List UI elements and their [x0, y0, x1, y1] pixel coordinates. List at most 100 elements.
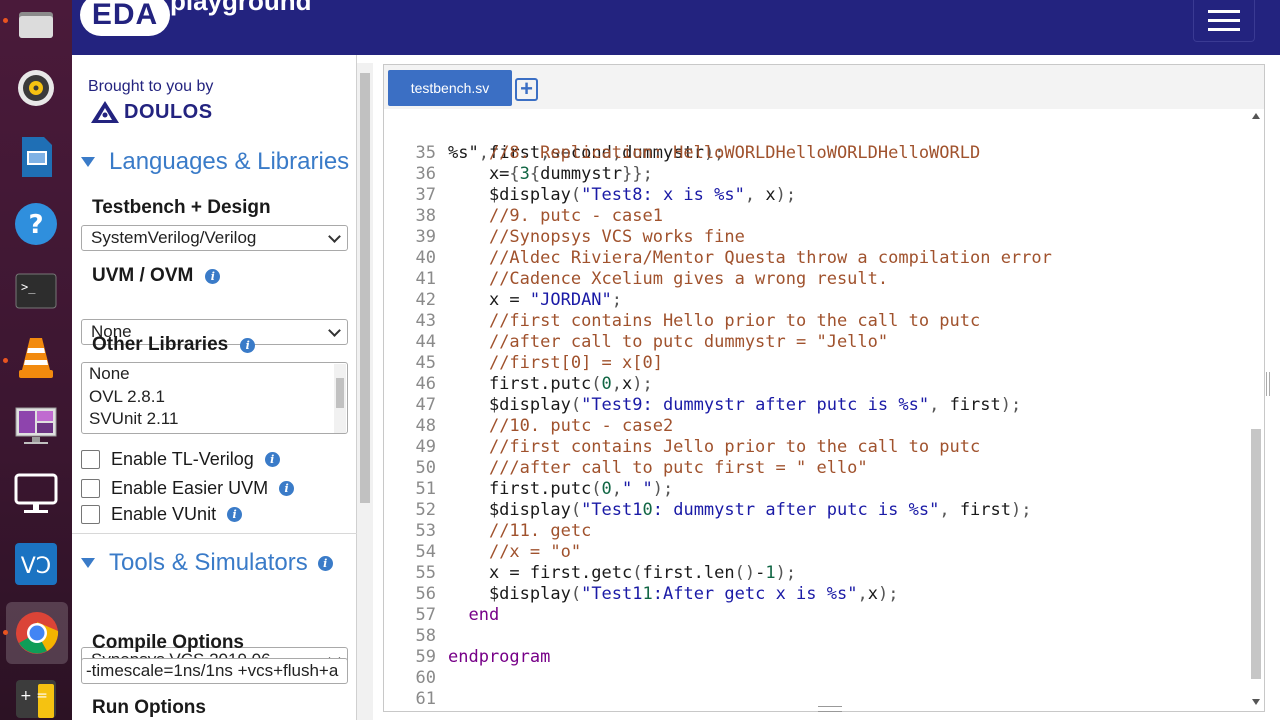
- resize-grip-icon[interactable]: [818, 706, 842, 712]
- info-icon[interactable]: i: [279, 481, 295, 496]
- code-line: 60: [384, 668, 1250, 689]
- run-options-label: Run Options: [92, 697, 206, 719]
- panel-resize-handle[interactable]: [1266, 372, 1270, 396]
- listbox-scroll-thumb[interactable]: [336, 378, 344, 408]
- tl-verilog-checkbox[interactable]: [81, 450, 100, 469]
- info-icon[interactable]: i: [205, 268, 221, 284]
- dock-remote-desktop[interactable]: [12, 402, 60, 450]
- dock-vlc[interactable]: [12, 333, 60, 381]
- list-option[interactable]: SVUnit 2.11: [82, 408, 347, 431]
- dock-calculator[interactable]: + =: [12, 672, 60, 720]
- dock-help[interactable]: ?: [12, 200, 60, 248]
- code-text: //Synopsys VCS works fine: [488, 227, 745, 247]
- line-number: 44: [415, 332, 436, 352]
- dock-terminal[interactable]: >_: [12, 267, 60, 315]
- code-line: 54 //x = "o": [384, 542, 1250, 563]
- code-line: 44 //after call to putc dummystr = "Jell…: [384, 332, 1250, 353]
- info-icon[interactable]: i: [264, 452, 280, 467]
- line-number: 39: [415, 227, 436, 247]
- code-text: //first[0] = x[0]: [488, 353, 663, 373]
- code-text: end: [468, 605, 500, 625]
- line-number: 43: [415, 311, 436, 331]
- brought-by-text: Brought to you by: [88, 78, 214, 95]
- other-libraries-listbox[interactable]: None OVL 2.8.1 SVUnit 2.11: [81, 362, 348, 434]
- display-icon: [14, 473, 58, 513]
- logo-subtitle: playground: [170, 0, 312, 16]
- chevron-down-icon: [328, 230, 341, 243]
- line-number: 48: [415, 416, 436, 436]
- info-icon[interactable]: i: [317, 555, 333, 571]
- tools-section-header[interactable]: Tools & Simulators i: [81, 549, 333, 577]
- code-line: 42 x = "JORDAN";: [384, 290, 1250, 311]
- dock-display[interactable]: [12, 470, 60, 518]
- scroll-up-icon[interactable]: [1252, 113, 1260, 119]
- calculator-icon: + =: [16, 680, 56, 718]
- languages-section-header[interactable]: Languages & Libraries: [81, 148, 349, 176]
- uvm-label-text: UVM / OVM: [92, 265, 194, 286]
- uvm-label: UVM / OVM i: [92, 265, 221, 287]
- editor-scrollbar[interactable]: [1248, 109, 1264, 709]
- code-line: 61: [384, 689, 1250, 709]
- dock-impress[interactable]: [12, 133, 60, 181]
- code-line: %s",first,second,dummystr);: [384, 122, 1250, 163]
- code-line: 53 //11. getc: [384, 521, 1250, 542]
- info-icon[interactable]: i: [227, 507, 243, 522]
- testbench-language-select[interactable]: SystemVerilog/Verilog: [81, 225, 348, 251]
- line-number: 38: [415, 206, 436, 226]
- line-number: 49: [415, 437, 436, 457]
- list-option[interactable]: OVL 2.8.1: [82, 386, 347, 409]
- info-icon[interactable]: i: [240, 337, 256, 353]
- compile-options-input[interactable]: -timescale=1ns/1ns +vcs+flush+a: [81, 658, 348, 684]
- code-line: 57 end: [384, 605, 1250, 626]
- dock-files[interactable]: [12, 0, 60, 48]
- scroll-down-icon[interactable]: [1252, 699, 1260, 705]
- dock-rhythmbox[interactable]: [12, 64, 60, 112]
- line-number: 47: [415, 395, 436, 415]
- eda-logo[interactable]: EDA: [80, 0, 170, 36]
- hamburger-menu-button[interactable]: [1193, 0, 1255, 42]
- settings-sidebar: Brought to you by DOULOS Languages & Lib…: [72, 55, 373, 720]
- line-number: 41: [415, 269, 436, 289]
- dock-vnc[interactable]: VƆ: [12, 540, 60, 588]
- doulos-mark-icon: [91, 101, 119, 123]
- code-line: 58: [384, 626, 1250, 647]
- add-file-button[interactable]: +: [515, 78, 538, 101]
- code-text: //9. putc - case1: [488, 206, 663, 226]
- code-text: $display("Test9: dummystr after putc is …: [448, 395, 1022, 415]
- code-text: //Aldec Riviera/Mentor Questa throw a co…: [488, 248, 1052, 268]
- doulos-logo[interactable]: DOULOS: [90, 100, 213, 124]
- tab-testbench[interactable]: testbench.sv: [388, 70, 512, 106]
- vunit-option: Enable VUnit i: [81, 504, 243, 525]
- sidebar-scroll-thumb[interactable]: [360, 73, 370, 503]
- help-icon: ?: [15, 203, 57, 245]
- code-area[interactable]: %s",first,second,dummystr); 35 //8. Repl…: [384, 109, 1250, 709]
- dock-chrome[interactable]: [6, 602, 68, 664]
- code-line: 46 first.putc(0,x);: [384, 374, 1250, 395]
- line-number: 46: [415, 374, 436, 394]
- editor-scroll-thumb[interactable]: [1251, 429, 1261, 679]
- list-option[interactable]: None: [82, 363, 347, 386]
- listbox-scrollbar[interactable]: [334, 364, 346, 433]
- code-line: 40 //Aldec Riviera/Mentor Questa throw a…: [384, 248, 1250, 269]
- libreoffice-impress-icon: [22, 137, 52, 177]
- easier-uvm-checkbox[interactable]: [81, 479, 100, 498]
- code-line: 43 //first contains Hello prior to the c…: [384, 311, 1250, 332]
- code-line: 35 //8. Replication: HelloWORLDHelloWORL…: [384, 143, 1250, 164]
- code-line: 55 x = first.getc(first.len()-1);: [384, 563, 1250, 584]
- svg-text:VƆ: VƆ: [21, 554, 52, 579]
- code-text: //first contains Jello prior to the call…: [488, 437, 981, 457]
- languages-section-title: Languages & Libraries: [109, 148, 350, 175]
- line-number: 36: [415, 164, 436, 184]
- line-number: 37: [415, 185, 436, 205]
- vunit-checkbox[interactable]: [81, 505, 100, 524]
- code-text: //first contains Hello prior to the call…: [488, 311, 981, 331]
- code-line: 50 ///after call to putc first = " ello": [384, 458, 1250, 479]
- line-number: 60: [415, 668, 436, 688]
- code-editor-panel: testbench.sv + %s",first,second,dummystr…: [383, 64, 1265, 712]
- svg-text:?: ?: [28, 210, 43, 240]
- line-number: 45: [415, 353, 436, 373]
- code-line: 36 x={3{dummystr}};: [384, 164, 1250, 185]
- compile-options-label: Compile Options: [92, 632, 244, 654]
- sidebar-scrollbar[interactable]: [357, 63, 373, 720]
- rhythmbox-icon: [18, 70, 54, 106]
